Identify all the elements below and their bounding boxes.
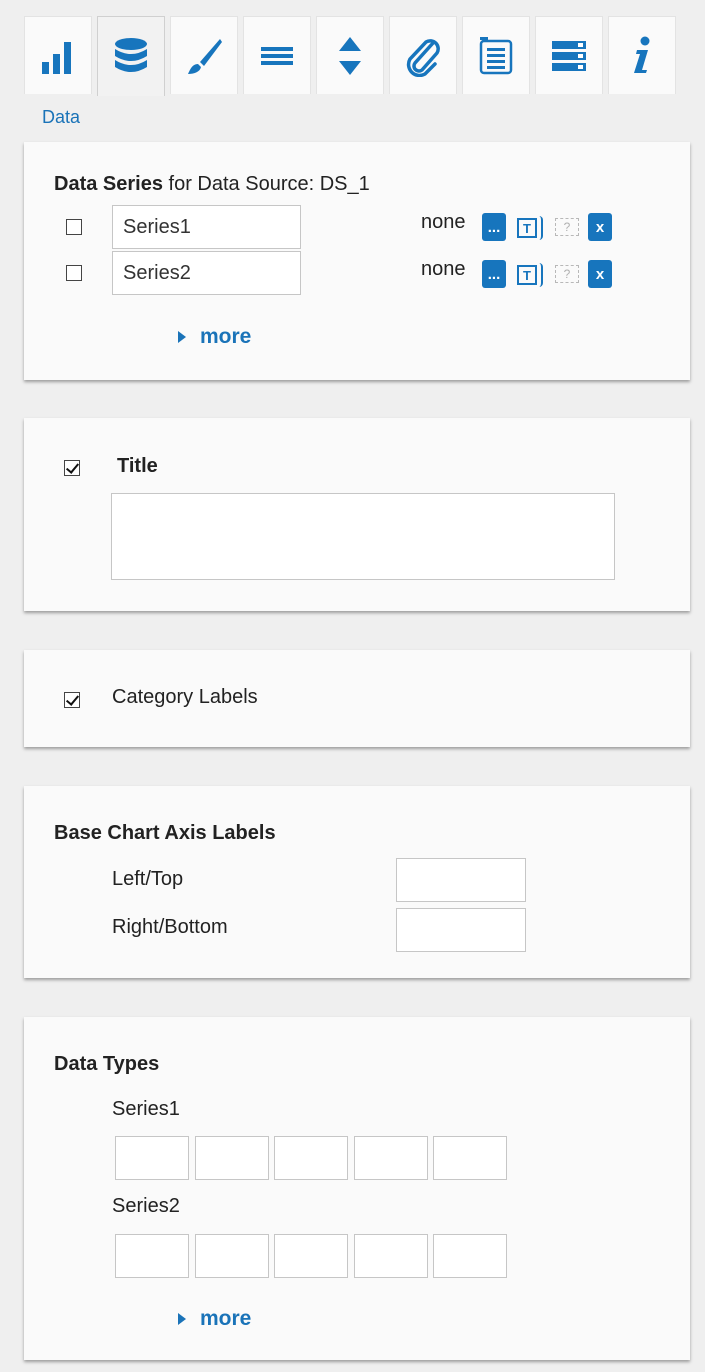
series1-text-button[interactable]: T bbox=[517, 218, 537, 238]
series2-browse-button[interactable]: ... bbox=[482, 260, 506, 288]
list-icon bbox=[479, 36, 513, 74]
heading-rest: for Data Source: DS_1 bbox=[168, 173, 370, 195]
tab-sort[interactable] bbox=[316, 16, 384, 94]
server-rows-icon bbox=[552, 40, 586, 71]
paperclip-icon bbox=[406, 38, 440, 77]
axis-labels-panel: Base Chart Axis Labels Left/Top Right/Bo… bbox=[24, 786, 690, 978]
series1-help-icon[interactable]: ? bbox=[555, 218, 579, 236]
tab-attachments[interactable] bbox=[389, 16, 457, 94]
title-textarea[interactable] bbox=[111, 493, 615, 580]
series2-type-box[interactable] bbox=[354, 1234, 428, 1278]
title-checkbox[interactable] bbox=[64, 460, 80, 476]
caret-right-icon bbox=[178, 1313, 186, 1325]
category-labels-label: Category Labels bbox=[112, 686, 258, 708]
right-bottom-input[interactable] bbox=[396, 908, 526, 952]
series2-status: none bbox=[421, 258, 466, 280]
series2-help-icon[interactable]: ? bbox=[555, 265, 579, 283]
tab-style[interactable] bbox=[170, 16, 238, 94]
axis-labels-heading: Base Chart Axis Labels bbox=[54, 822, 276, 844]
bar-chart-icon bbox=[42, 41, 71, 74]
bracket-icon bbox=[537, 216, 543, 240]
sort-arrows-icon bbox=[339, 36, 361, 75]
title-label: Title bbox=[117, 455, 158, 477]
data-types-more-link[interactable]: more bbox=[178, 1307, 251, 1331]
series2-type-box[interactable] bbox=[433, 1234, 507, 1278]
series2-type-box[interactable] bbox=[115, 1234, 189, 1278]
series2-type-box[interactable] bbox=[195, 1234, 269, 1278]
series2-input[interactable]: Series2 bbox=[112, 251, 301, 295]
bracket-icon bbox=[537, 263, 543, 287]
series2-type-box[interactable] bbox=[274, 1234, 348, 1278]
series1-browse-button[interactable]: ... bbox=[482, 213, 506, 241]
category-labels-panel: Category Labels bbox=[24, 650, 690, 747]
series1-remove-button[interactable]: x bbox=[588, 213, 612, 241]
left-top-label: Left/Top bbox=[112, 868, 184, 890]
data-series-more-link[interactable]: more bbox=[178, 325, 251, 349]
data-types-panel: Data Types Series1 Series2 more bbox=[24, 1017, 690, 1360]
left-top-input[interactable] bbox=[396, 858, 526, 902]
info-icon bbox=[634, 36, 650, 73]
series1-type-box[interactable] bbox=[274, 1136, 348, 1180]
tab-info[interactable] bbox=[608, 16, 676, 94]
series2-checkbox[interactable] bbox=[66, 265, 82, 281]
more-label: more bbox=[200, 1307, 252, 1330]
brush-icon bbox=[188, 38, 222, 74]
section-breadcrumb: Data bbox=[42, 107, 81, 127]
tab-chart[interactable] bbox=[24, 16, 92, 94]
series2-types-label: Series2 bbox=[112, 1195, 180, 1217]
database-icon bbox=[115, 37, 147, 72]
series1-types-label: Series1 bbox=[112, 1098, 180, 1120]
series1-type-box[interactable] bbox=[115, 1136, 189, 1180]
series1-status: none bbox=[421, 211, 466, 233]
caret-right-icon bbox=[178, 331, 186, 343]
series2-remove-button[interactable]: x bbox=[588, 260, 612, 288]
category-labels-checkbox[interactable] bbox=[64, 692, 80, 708]
series1-input[interactable]: Series1 bbox=[112, 205, 301, 249]
series2-text-button[interactable]: T bbox=[517, 265, 537, 285]
data-series-heading: Data Series for Data Source: DS_1 bbox=[54, 173, 370, 196]
data-series-panel: Data Series for Data Source: DS_1 Series… bbox=[24, 142, 690, 380]
series1-checkbox[interactable] bbox=[66, 219, 82, 235]
heading-bold: Data Series bbox=[54, 173, 163, 195]
series1-type-box[interactable] bbox=[354, 1136, 428, 1180]
tab-data[interactable] bbox=[97, 16, 165, 96]
series1-type-box[interactable] bbox=[433, 1136, 507, 1180]
tab-bar bbox=[24, 16, 692, 96]
right-bottom-label: Right/Bottom bbox=[112, 916, 228, 938]
tab-server[interactable] bbox=[535, 16, 603, 94]
lines-icon bbox=[261, 46, 293, 65]
series1-type-box[interactable] bbox=[195, 1136, 269, 1180]
more-label: more bbox=[200, 325, 252, 348]
tab-list[interactable] bbox=[462, 16, 530, 94]
data-types-heading: Data Types bbox=[54, 1053, 160, 1075]
tab-lines[interactable] bbox=[243, 16, 311, 94]
title-panel: Title bbox=[24, 418, 690, 611]
